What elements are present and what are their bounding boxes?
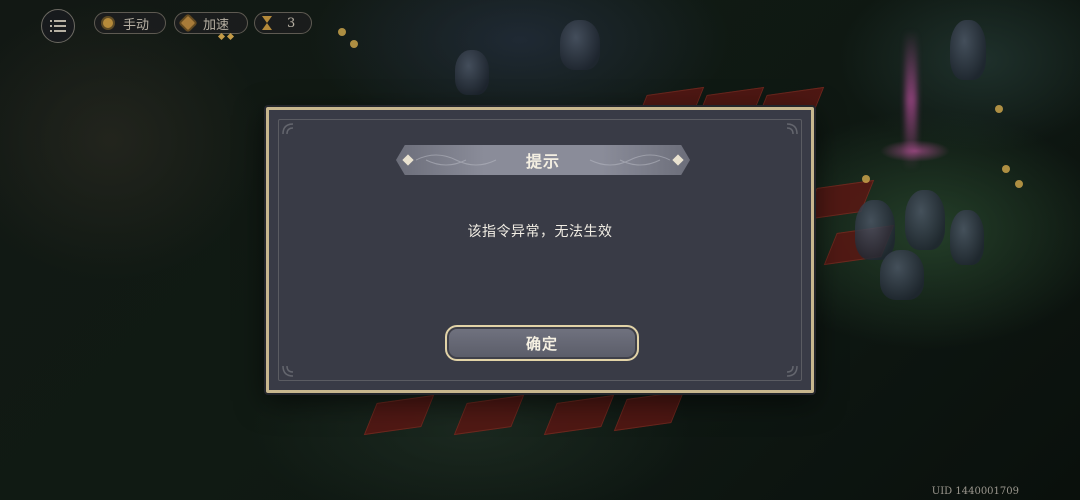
speed-level-indicator	[217, 32, 235, 41]
diamond-icon	[672, 154, 684, 166]
confirm-button-label: 确定	[525, 334, 558, 353]
uid-label: UID 1440001709	[931, 486, 1019, 497]
corner-ornament-icon	[282, 123, 294, 135]
grid-tile	[613, 390, 685, 432]
speed-label: 加速	[203, 17, 230, 33]
grid-tile	[543, 394, 615, 436]
flower	[1002, 165, 1010, 173]
title-ribbon: 提示	[396, 145, 690, 175]
corner-ornament-icon	[786, 365, 798, 377]
character-unit	[560, 20, 600, 70]
dialog-title: 提示	[525, 152, 560, 171]
flower	[862, 175, 870, 183]
speed-gear-icon	[178, 13, 198, 33]
character-unit	[950, 20, 986, 80]
grid-tile	[363, 394, 435, 436]
character-unit	[880, 250, 924, 300]
flower	[338, 28, 346, 36]
grid-tile	[453, 394, 525, 436]
character-unit	[855, 200, 895, 260]
flower	[350, 40, 358, 48]
magic-glow-base	[880, 140, 950, 162]
turn-count: 3	[287, 15, 296, 31]
alert-dialog: 提示 该指令异常，无法生效 确定	[266, 107, 814, 393]
speed-toggle[interactable]: 加速	[174, 12, 248, 34]
corner-ornament-icon	[786, 123, 798, 135]
flower	[995, 105, 1003, 113]
menu-button[interactable]	[41, 9, 75, 43]
character-unit	[455, 50, 489, 95]
corner-ornament-icon	[282, 365, 294, 377]
auto-mode-icon	[101, 16, 115, 30]
menu-icon	[50, 20, 66, 32]
ribbon-ornament-icon	[416, 154, 497, 166]
dialog-message: 该指令异常，无法生效	[467, 224, 613, 240]
character-unit	[905, 190, 945, 250]
ribbon-ornament-icon	[589, 154, 670, 166]
manual-mode-toggle[interactable]: 手动	[94, 12, 166, 34]
flower	[1015, 180, 1023, 188]
diamond-icon	[402, 154, 414, 166]
manual-mode-label: 手动	[123, 17, 150, 33]
character-unit	[950, 210, 984, 265]
hourglass-icon	[261, 16, 273, 30]
confirm-button[interactable]: 确定	[445, 325, 639, 361]
turn-counter: 3	[254, 12, 312, 34]
